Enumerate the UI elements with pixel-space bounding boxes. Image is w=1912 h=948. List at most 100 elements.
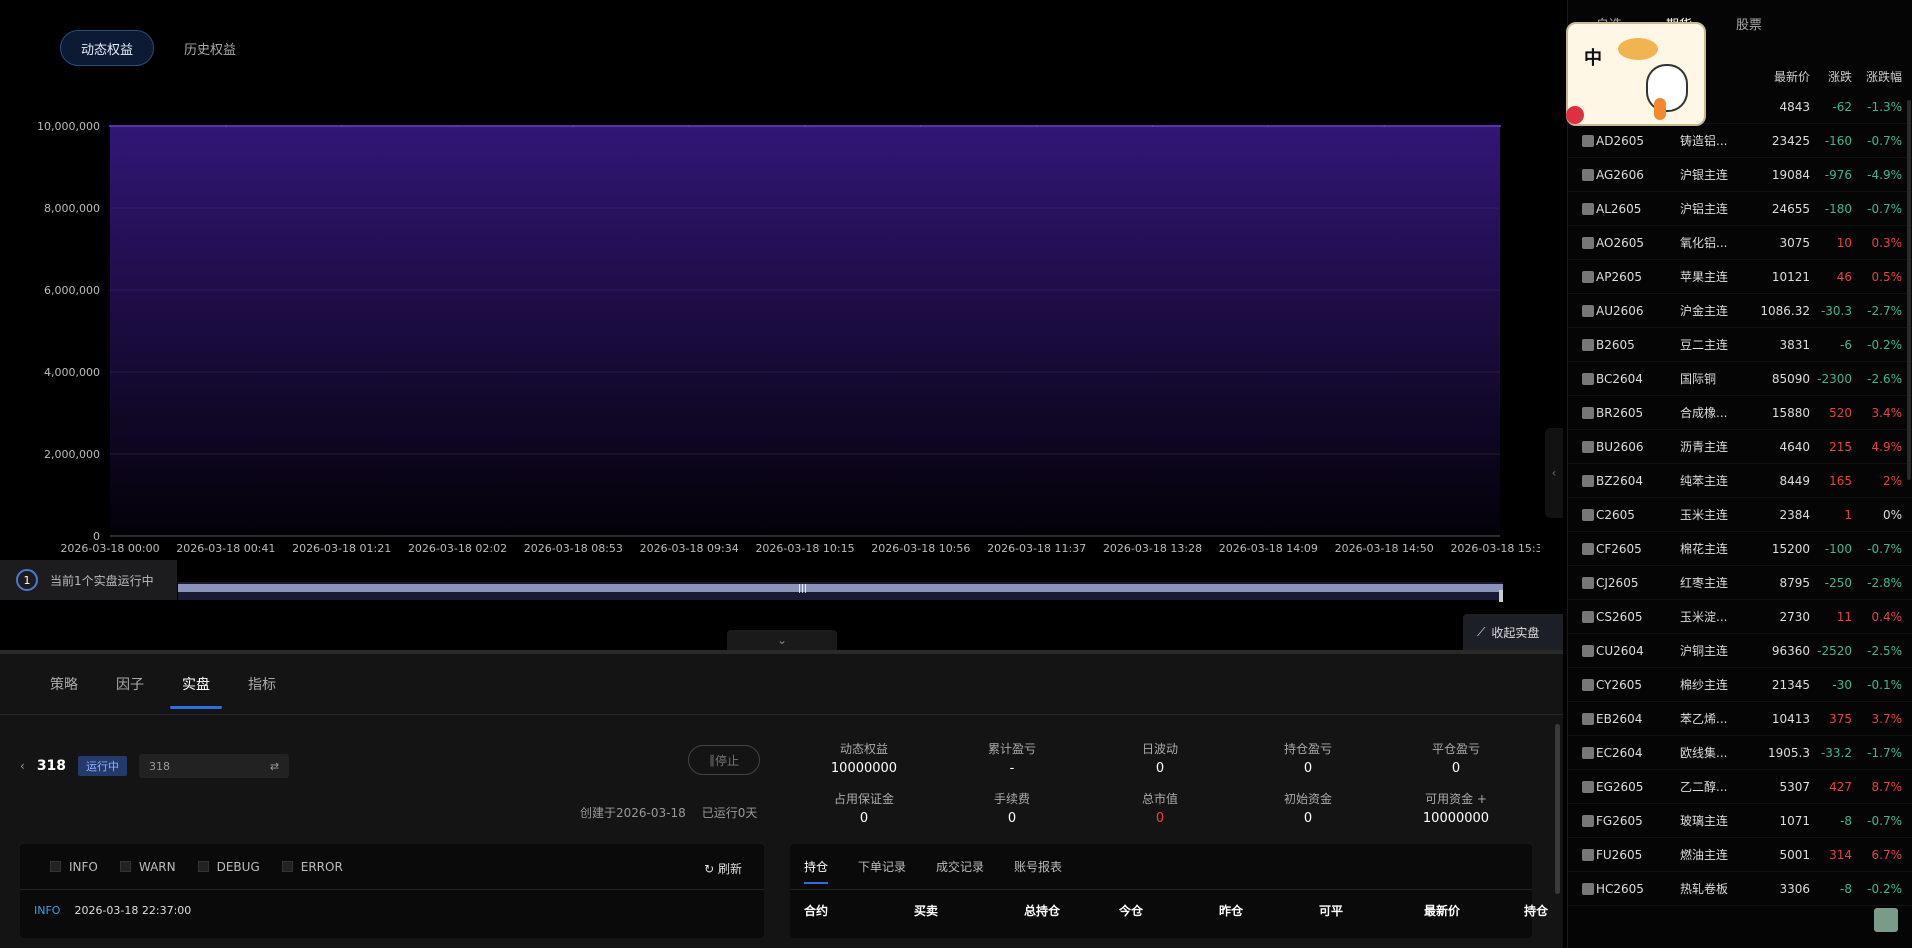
tab-account-report[interactable]: 账号报表 [1014,858,1062,875]
quote-row[interactable]: AO2605 氧化铝... 3075 10 0.3% [1568,226,1912,260]
bottom-panel: 策略 因子 实盘 指标 ‹ 318 运行中 318 ⇄ ∥ 停止 创建于2026… [0,650,1563,948]
tab-live[interactable]: 实盘 [170,674,222,709]
bookmark-icon[interactable] [1582,712,1594,725]
stat-label[interactable]: 可用资金 + [1382,790,1530,807]
quote-row[interactable]: BC2604 国际铜 85090 -2300 -2.6% [1568,362,1912,396]
log-filter-bar: INFO WARN DEBUG ERROR [20,844,764,890]
bookmark-icon[interactable] [1582,780,1594,793]
bookmark-icon[interactable] [1582,678,1594,691]
bookmark-icon[interactable] [1582,746,1594,759]
quote-row[interactable]: HC2605 热轧卷板 3306 -8 -0.2% [1568,872,1912,906]
quote-price: 2730 [1779,609,1810,624]
quote-change-pct: -4.9% [1867,167,1902,182]
bookmark-icon[interactable] [1582,474,1594,487]
quote-name: 棉纱主连 [1680,678,1729,692]
tab-positions[interactable]: 持仓 [804,858,829,884]
quote-row[interactable]: AD2605 铸造铝... 23425 -160 -0.7% [1568,124,1912,158]
filter-error[interactable]: ERROR [281,860,343,874]
bookmark-icon[interactable] [1582,440,1594,453]
quote-price: 8795 [1779,575,1810,590]
slider-range[interactable] [178,584,1503,592]
quote-row[interactable]: C2605 玉米主连 2384 1 0% [1568,498,1912,532]
bookmark-icon[interactable] [1582,406,1594,419]
quote-code: CY2605 [1596,677,1643,692]
checkbox[interactable] [281,861,293,872]
bookmark-icon[interactable] [1582,168,1594,181]
bookmark-icon[interactable] [1582,610,1594,623]
tab-dynamic-equity[interactable]: 动态权益 [60,30,155,66]
quote-row[interactable]: CJ2605 红枣主连 8795 -250 -2.8% [1568,566,1912,600]
quote-row[interactable]: EC2604 欧线集... 1905.3 -33.2 -1.7% [1568,736,1912,770]
bookmark-icon[interactable] [1582,814,1594,827]
quote-row[interactable]: FG2605 玻璃主连 1071 -8 -0.7% [1568,804,1912,838]
chart-line-icon: ⟋ [1477,624,1486,639]
quote-price: 2384 [1779,507,1810,522]
quote-scrollbar[interactable] [1907,100,1911,480]
bookmark-icon[interactable] [1582,542,1594,555]
stop-button[interactable]: ∥ 停止 [688,745,760,775]
log-entry: INFO 2026-03-18 22:37:00 [20,890,764,917]
tab-history-equity[interactable]: 历史权益 [164,30,256,66]
bookmark-icon[interactable] [1582,202,1594,215]
running-indicator[interactable]: 1 当前1个实盘运行中 [0,560,177,600]
tab-orders[interactable]: 下单记录 [858,858,906,875]
bookmark-icon[interactable] [1582,576,1594,589]
checkbox[interactable] [119,861,131,872]
quote-row[interactable]: CS2605 玉米淀... 2730 11 0.4% [1568,600,1912,634]
quote-code: EG2605 [1596,779,1644,794]
collapse-live-button[interactable]: ⟋ 收起实盘 [1463,614,1563,650]
quote-row[interactable]: FU2605 燃油主连 5001 314 6.7% [1568,838,1912,872]
stat-item: 累计盈亏 - [938,740,1086,776]
checkbox[interactable] [197,861,209,872]
tab-trades[interactable]: 成交记录 [936,858,984,875]
strategy-select[interactable]: 318 ⇄ [139,754,290,778]
quote-row[interactable]: EB2604 苯乙烯... 10413 375 3.7% [1568,702,1912,736]
quote-row[interactable]: CU2604 沪铜主连 96360 -2520 -2.5% [1568,634,1912,668]
quote-row[interactable]: AP2605 苹果主连 10121 46 0.5% [1568,260,1912,294]
tab-stocks[interactable]: 股票 [1736,14,1762,33]
bookmark-icon[interactable] [1582,236,1594,249]
bookmark-icon[interactable] [1582,882,1594,895]
filter-warn[interactable]: WARN [119,860,176,874]
quote-row[interactable]: CY2605 棉纱主连 21345 -30 -0.1% [1568,668,1912,702]
filter-info[interactable]: INFO [50,860,98,874]
checkbox[interactable] [50,861,61,872]
quote-change: -62 [1832,99,1852,114]
bookmark-icon[interactable] [1582,338,1594,351]
tab-indicator[interactable]: 指标 [248,674,276,694]
quote-row[interactable]: AU2606 沪金主连 1086.32 -30.3 -2.7% [1568,294,1912,328]
quote-row[interactable]: BR2605 合成橡... 15880 520 3.4% [1568,396,1912,430]
refresh-button[interactable]: ↻ 刷新 [704,860,742,877]
bookmark-icon[interactable] [1582,372,1594,385]
bookmark-icon[interactable] [1582,270,1594,283]
bookmark-icon[interactable] [1582,508,1594,521]
quote-row[interactable]: AL2605 沪铝主连 24655 -180 -0.7% [1568,192,1912,226]
strategy-header: ‹ 318 运行中 318 ⇄ [20,754,290,778]
slider-grip-icon[interactable]: ||| [798,584,807,594]
tab-strategy[interactable]: 策略 [50,674,78,694]
filter-debug[interactable]: DEBUG [197,860,260,874]
column-header: 合约 [804,904,829,918]
bookmark-icon[interactable] [1582,134,1594,147]
quote-row[interactable]: BZ2604 纯苯主连 8449 165 2% [1568,464,1912,498]
quote-row[interactable]: EG2605 乙二醇... 5307 427 8.7% [1568,770,1912,804]
quote-row[interactable]: CF2605 棉花主连 15200 -100 -0.7% [1568,532,1912,566]
quote-row[interactable]: B2605 豆二主连 3831 -6 -0.2% [1568,328,1912,362]
quote-row[interactable]: AG2606 沪银主连 19084 -976 -4.9% [1568,158,1912,192]
chart-zoom-slider[interactable]: ||| [178,582,1503,602]
collapse-live-label: 收起实盘 [1491,625,1540,640]
tab-factor[interactable]: 因子 [116,674,144,694]
avatar[interactable] [1874,908,1898,932]
back-chevron-icon[interactable]: ‹ [20,759,25,773]
bookmark-icon[interactable] [1582,304,1594,317]
side-panel-toggle[interactable]: ‹ [1545,428,1563,518]
bookmark-icon[interactable] [1582,848,1594,861]
bottom-scrollbar[interactable] [1555,724,1560,894]
slider-handle[interactable] [1499,590,1503,602]
stat-item: 占用保证金 0 [790,790,938,826]
quote-change-pct: -2.5% [1867,643,1902,658]
panel-toggle-button[interactable]: ⌄ [727,630,837,650]
quote-row[interactable]: BU2606 沥青主连 4640 215 4.9% [1568,430,1912,464]
bookmark-icon[interactable] [1582,644,1594,657]
quote-name: 豆二主连 [1680,338,1729,352]
